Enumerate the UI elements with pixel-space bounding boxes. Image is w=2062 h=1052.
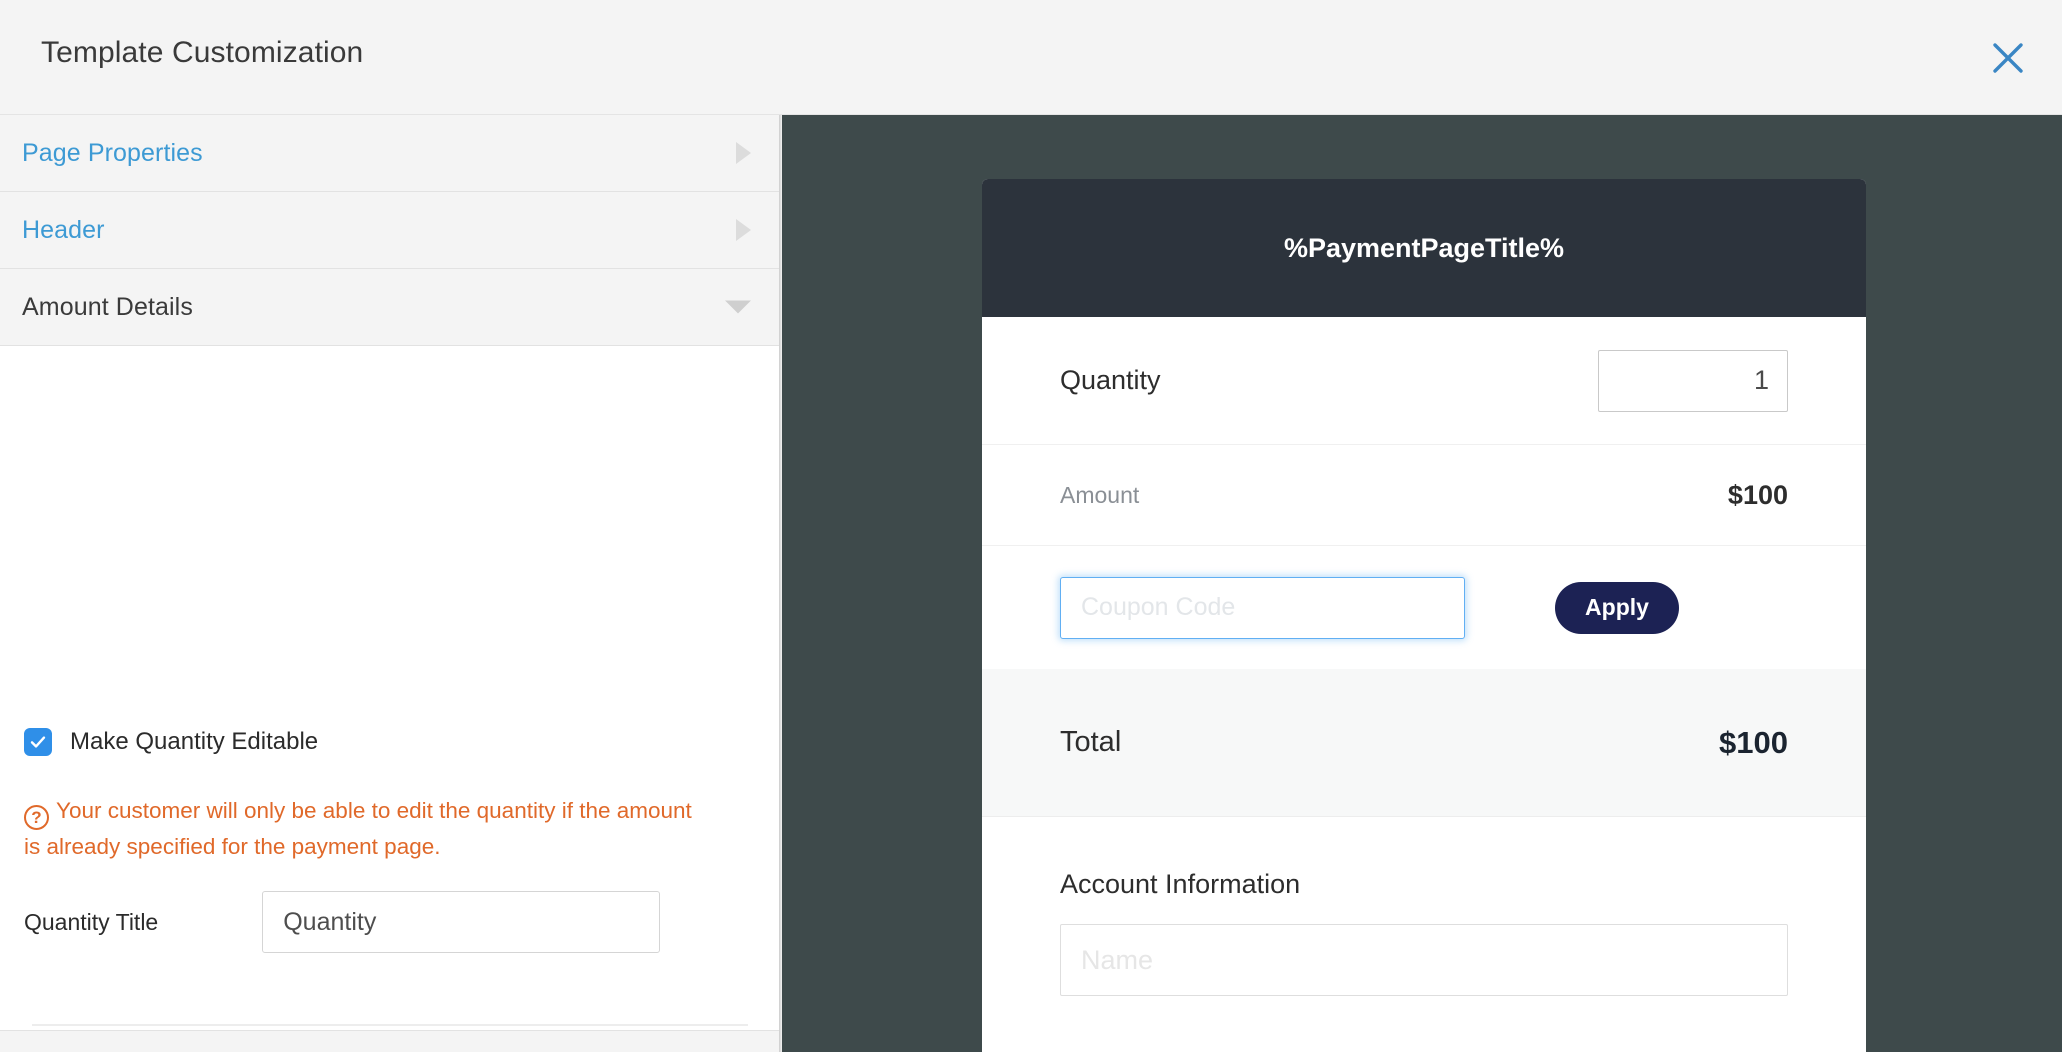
- chevron-right-icon: [736, 142, 751, 164]
- preview-amount-row: Amount $100: [982, 444, 1866, 546]
- question-mark-icon: ?: [24, 805, 49, 830]
- amount-details-body: Make Quantity Editable ?Your customer wi…: [0, 346, 779, 966]
- preview-quantity-input[interactable]: [1598, 350, 1788, 412]
- quantity-title-input[interactable]: [262, 891, 660, 953]
- payment-page-preview: %PaymentPageTitle% Quantity Amount $100 …: [782, 115, 2062, 1052]
- quantity-editable-hint-text: Your customer will only be able to edit …: [24, 798, 692, 859]
- preview-account-section: Account Information: [982, 817, 1866, 996]
- payment-card-header: %PaymentPageTitle%: [982, 179, 1866, 317]
- preview-apply-button[interactable]: Apply: [1555, 582, 1679, 634]
- preview-name-input[interactable]: [1060, 924, 1788, 996]
- close-icon[interactable]: [1980, 30, 2036, 86]
- accordion-header-label: Header: [22, 216, 105, 245]
- accordion-page-properties[interactable]: Page Properties: [0, 115, 779, 192]
- chevron-right-icon: [736, 219, 751, 241]
- accordion-header[interactable]: Header: [0, 192, 779, 269]
- make-quantity-editable-label: Make Quantity Editable: [70, 728, 318, 756]
- quantity-title-label: Quantity Title: [24, 909, 158, 936]
- make-quantity-editable-checkbox[interactable]: [24, 728, 52, 756]
- make-quantity-editable-row[interactable]: Make Quantity Editable: [24, 728, 318, 756]
- section-divider: [32, 1024, 748, 1026]
- accordion-amount-details-label: Amount Details: [22, 293, 193, 322]
- chevron-down-icon: [725, 301, 751, 314]
- page-title: Template Customization: [41, 36, 363, 70]
- settings-footer: Save: [0, 1030, 779, 1052]
- quantity-editable-hint: ?Your customer will only be able to edit…: [24, 794, 714, 864]
- template-customization-dialog: Template Customization Page Properties H…: [0, 0, 2062, 1052]
- preview-amount-label: Amount: [1060, 482, 1139, 509]
- dialog-titlebar: Template Customization: [0, 0, 2062, 115]
- payment-page-title: %PaymentPageTitle%: [1284, 233, 1564, 264]
- preview-total-label: Total: [1060, 726, 1121, 759]
- preview-coupon-row: Apply: [982, 546, 1866, 669]
- accordion-amount-details[interactable]: Amount Details: [0, 269, 779, 346]
- preview-amount-value: $100: [1728, 480, 1788, 511]
- payment-card: %PaymentPageTitle% Quantity Amount $100 …: [982, 179, 1866, 1052]
- preview-total-value: $100: [1719, 725, 1788, 761]
- accordion-page-properties-label: Page Properties: [22, 139, 203, 168]
- preview-coupon-input[interactable]: [1060, 577, 1465, 639]
- preview-total-row: Total $100: [982, 669, 1866, 817]
- quantity-title-row: Quantity Title: [24, 891, 748, 953]
- preview-quantity-row: Quantity: [982, 317, 1866, 444]
- preview-account-title: Account Information: [1060, 869, 1788, 900]
- settings-panel: Page Properties Header Amount Details Ma…: [0, 115, 779, 1052]
- preview-quantity-label: Quantity: [1060, 365, 1161, 396]
